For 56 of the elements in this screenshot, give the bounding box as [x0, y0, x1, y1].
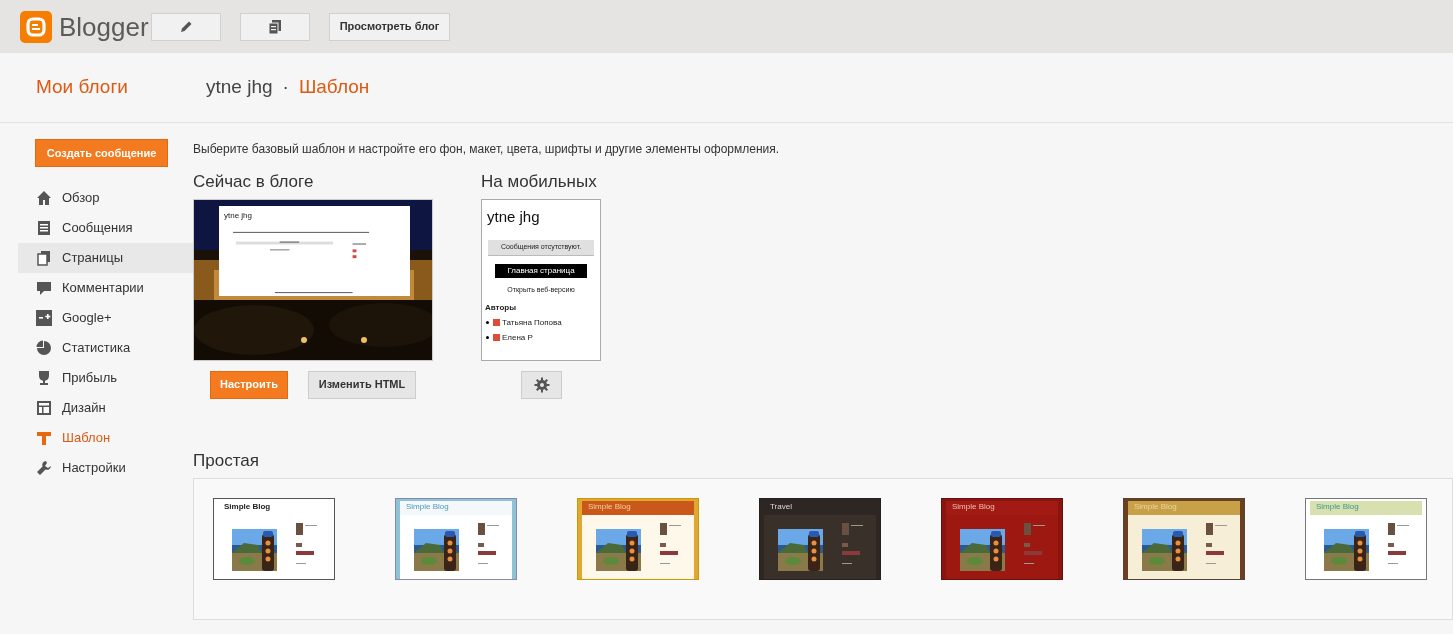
documents-icon [266, 18, 283, 35]
nav-icon [36, 280, 52, 296]
mobile-settings-button[interactable] [521, 370, 562, 399]
section-heading: На мобильных [481, 171, 598, 193]
home-page-button[interactable]: Главная страница [495, 264, 587, 278]
blogger-logo-icon [20, 10, 52, 43]
sidebar-item[interactable]: Страницы [18, 243, 193, 273]
template-thumbnail[interactable]: Simple Blog [941, 498, 1063, 580]
sidebar-item[interactable]: Обзор [18, 183, 193, 213]
sidebar-item[interactable]: Комментарии [18, 273, 193, 303]
nav-icon [36, 370, 52, 386]
nav-icon [36, 190, 52, 206]
thumbnail-title: Simple Blog [1316, 503, 1359, 511]
nav-icon [36, 340, 52, 356]
sidebar-item[interactable]: Настройки [18, 453, 193, 483]
nav-icon [36, 460, 52, 476]
template-thumbnail[interactable]: Simple Blog [213, 498, 335, 580]
section-heading: Простая [193, 449, 260, 472]
thumbnail-title: Simple Blog [224, 503, 271, 511]
thumbnail-title: Travel [770, 503, 792, 511]
author-name[interactable]: Татьяна Попова [502, 316, 562, 329]
thumbnail-title: Simple Blog [406, 503, 449, 511]
template-thumbnail[interactable]: Travel [759, 498, 881, 580]
profile-icon [493, 319, 500, 326]
authors-heading: Авторы [485, 301, 517, 314]
sidebar-item[interactable]: Прибыль [18, 363, 193, 393]
sidebar-item[interactable]: Статистика [18, 333, 193, 363]
my-blogs-link[interactable]: Мои блоги [36, 73, 206, 102]
nav-icon [36, 250, 52, 266]
author-name[interactable]: Елена Р [502, 331, 533, 344]
bullet-icon [486, 321, 489, 324]
pages-button[interactable] [239, 12, 310, 41]
breadcrumb-separator: · [282, 75, 289, 100]
sidebar-item[interactable]: Google+ [18, 303, 193, 333]
blog-preview[interactable]: ytne jhg [193, 198, 433, 361]
preview-blog-title: ytne jhg [224, 209, 254, 222]
intro-text: Выберите базовый шаблон и настройте его фон, макет, цвета, шрифты и другие элементы оформления. [193, 141, 781, 158]
profile-icon [493, 334, 500, 341]
sidebar-item[interactable]: Шаблон [18, 423, 193, 453]
nav-icon [36, 310, 52, 326]
mobile-blog-title: ytne jhg [487, 206, 541, 227]
view-blog-button[interactable]: Просмотреть блог [328, 12, 451, 41]
nav-icon [36, 400, 52, 416]
app-name: Blogger [59, 13, 149, 40]
nav-icon [36, 220, 52, 236]
sidebar-item[interactable]: Сообщения [18, 213, 193, 243]
section-title: Шаблон [298, 75, 370, 100]
bullet-icon [486, 336, 489, 339]
blog-name: ytne jhg [206, 75, 273, 100]
thumbnail-title: Simple Blog [952, 503, 995, 511]
thumbnail-title: Simple Blog [1134, 503, 1177, 511]
thumbnail-title: Simple Blog [588, 503, 631, 511]
section-heading: Сейчас в блоге [193, 171, 315, 193]
edit-html-button[interactable]: Изменить HTML [308, 370, 416, 399]
nav-icon [36, 430, 52, 446]
sidebar-item[interactable]: Дизайн [18, 393, 193, 423]
